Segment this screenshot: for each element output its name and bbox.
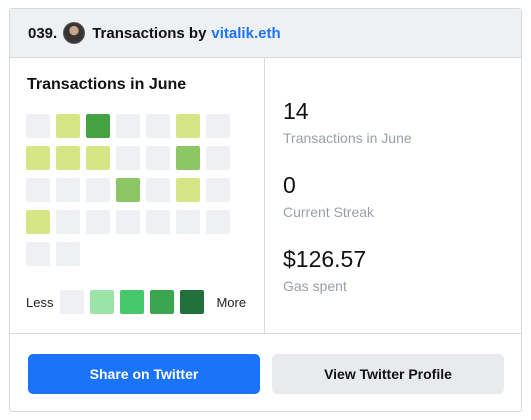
transactions-card: 039. Transactions by vitalik.eth Transac… [9, 8, 522, 412]
heatmap-cell [56, 242, 80, 266]
heatmap-cell [206, 178, 230, 202]
heatmap-cell [176, 114, 200, 138]
heatmap-cell [206, 114, 230, 138]
card-footer: Share on Twitter View Twitter Profile [10, 333, 521, 413]
heatmap-cell [116, 178, 140, 202]
heatmap-cell [56, 178, 80, 202]
stat-label: Transactions in June [283, 130, 412, 146]
heatmap-cell [26, 114, 50, 138]
heatmap-cell [176, 178, 200, 202]
heatmap-cell [86, 210, 110, 234]
stats-panel: 14 Transactions in June 0 Current Streak… [266, 58, 523, 333]
heatmap-cell [86, 178, 110, 202]
stat-transactions: 14 Transactions in June [283, 98, 412, 146]
heatmap-cell [176, 146, 200, 170]
stat-label: Gas spent [283, 278, 347, 294]
heatmap-cell [86, 114, 110, 138]
heatmap-cell [146, 114, 170, 138]
heatmap-cell [206, 146, 230, 170]
heatmap-cell [26, 146, 50, 170]
heatmap-cell [146, 210, 170, 234]
legend-swatch [60, 290, 85, 314]
heatmap-cell [206, 210, 230, 234]
card-title: Transactions by [92, 24, 207, 42]
heatmap-cell [116, 210, 140, 234]
stat-value: 14 [283, 98, 309, 124]
legend-swatch [180, 290, 205, 314]
heatmap-cell [116, 146, 140, 170]
heatmap-cell [146, 146, 170, 170]
legend-more-label: More [216, 294, 247, 310]
heatmap-cell [56, 114, 80, 138]
legend-swatch [90, 290, 115, 314]
stat-label: Current Streak [283, 204, 375, 220]
legend-less-label: Less [26, 294, 54, 310]
heatmap-cell [26, 210, 50, 234]
view-twitter-profile-button[interactable]: View Twitter Profile [272, 354, 504, 394]
profile-link[interactable]: vitalik.eth [211, 25, 280, 42]
heatmap-title: Transactions in June [27, 76, 187, 93]
heatmap-cell [56, 146, 80, 170]
heatmap-legend: Less More [26, 290, 246, 314]
heatmap-cell [146, 178, 170, 202]
legend-swatch [150, 290, 175, 314]
stat-value: 0 [283, 172, 296, 198]
avatar [63, 22, 86, 44]
heatmap-cell [26, 242, 50, 266]
stat-gas: $126.57 Gas spent [283, 246, 366, 294]
heatmap-cell [26, 178, 50, 202]
heatmap-cell [176, 210, 200, 234]
stat-value: $126.57 [283, 246, 367, 272]
heatmap-panel: Transactions in June Less More [10, 58, 265, 333]
card-number: 039. [28, 24, 58, 42]
card-header: 039. Transactions by vitalik.eth [10, 9, 521, 58]
stat-streak: 0 Current Streak [283, 172, 374, 220]
heatmap-cell [116, 114, 140, 138]
legend-swatch [120, 290, 145, 314]
heatmap-cell [86, 146, 110, 170]
share-twitter-button[interactable]: Share on Twitter [28, 354, 260, 394]
heatmap-cell [56, 210, 80, 234]
